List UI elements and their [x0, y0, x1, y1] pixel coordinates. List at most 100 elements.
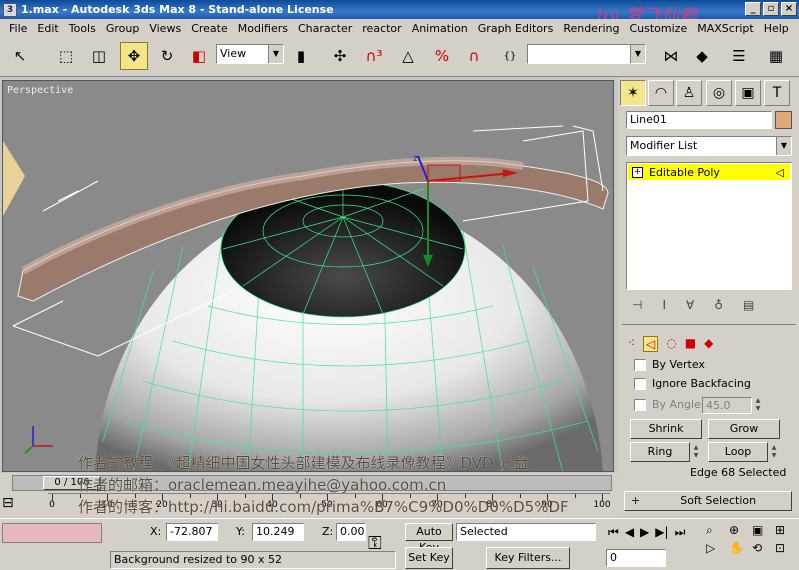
mirror-icon[interactable]: ⋈ [657, 42, 685, 70]
align-icon[interactable]: ◆ [688, 42, 716, 70]
move-icon[interactable]: ✥ [120, 42, 148, 70]
ignore-backfacing-checkbox[interactable]: Ignore Backfacing [634, 377, 751, 390]
display-tab-icon[interactable]: ▣ [735, 80, 761, 106]
go-to-end-icon[interactable]: ⏭ [675, 525, 686, 540]
snap-3d-icon[interactable]: ∩³ [360, 42, 388, 70]
ring-spinner[interactable]: ▲ ▼ [692, 444, 700, 461]
zoom-extents-all-icon[interactable]: ⊞ [775, 523, 795, 538]
menu-customize[interactable]: Customize [624, 22, 692, 35]
window-crossing-icon[interactable]: ◫ [85, 42, 113, 70]
zoom-extents-icon[interactable]: ▣ [752, 523, 772, 538]
select-object-icon[interactable]: ↖ [6, 42, 34, 70]
menu-character[interactable]: Character [293, 22, 357, 35]
previous-frame-icon[interactable]: ◀ [625, 525, 634, 540]
expand-icon[interactable]: + [632, 166, 643, 178]
menu-edit[interactable]: Edit [32, 22, 63, 35]
current-frame-field[interactable]: 0 [606, 549, 666, 567]
viewport-label[interactable]: Perspective [7, 85, 73, 96]
pin-stack-icon[interactable]: ⊣ [632, 298, 642, 312]
z-coord-field[interactable]: 0.00 [336, 523, 366, 541]
rotate-icon[interactable]: ↻ [153, 42, 181, 70]
angle-spinner[interactable]: ▲ ▼ [754, 397, 762, 414]
menu-maxscript[interactable]: MAXScript [692, 22, 758, 35]
pivot-icon[interactable]: ▮ [287, 42, 315, 70]
play-icon[interactable]: ▶ [640, 525, 649, 540]
soft-selection-rollout[interactable]: + Soft Selection [624, 491, 792, 511]
checkbox-box[interactable] [634, 398, 646, 411]
menu-modifiers[interactable]: Modifiers [233, 22, 293, 35]
maximize-viewport-icon[interactable]: ⊡ [775, 541, 795, 555]
hierarchy-tab-icon[interactable]: ♙ [676, 80, 702, 106]
show-end-result-icon[interactable]: Ⅰ [662, 298, 666, 312]
grow-button[interactable]: Grow [708, 419, 780, 439]
menu-tools[interactable]: Tools [64, 22, 101, 35]
menu-graph-editors[interactable]: Graph Editors [473, 22, 559, 35]
menu-create[interactable]: Create [186, 22, 233, 35]
3dsmax-icon[interactable]: 3 [3, 2, 17, 17]
select-manipulate-icon[interactable]: ✣ [326, 42, 354, 70]
configure-sets-icon[interactable]: ▤ [743, 298, 754, 312]
spinner-snap-icon[interactable]: ∩ [460, 42, 488, 70]
menu-help[interactable]: Help [759, 22, 794, 35]
pan-icon[interactable]: ✋ [729, 541, 749, 555]
modify-tab-icon[interactable]: ◠ [648, 80, 674, 106]
named-selection-icon[interactable]: {} [496, 42, 524, 70]
angle-value-field[interactable]: 45.0 [702, 397, 752, 414]
menu-views[interactable]: Views [144, 22, 186, 35]
shrink-button[interactable]: Shrink [630, 419, 702, 439]
layer-manager-icon[interactable]: ☰ [725, 42, 753, 70]
by-vertex-checkbox[interactable]: By Vertex [634, 358, 705, 371]
auto-key-button[interactable]: Auto Key [405, 523, 453, 554]
ref-coord-select[interactable]: View ▼ [216, 44, 284, 64]
zoom-icon[interactable]: ⌕ [706, 523, 726, 538]
selection-filter[interactable]: Selected [456, 523, 596, 541]
modifier-list-select[interactable]: Modifier List ▼ [626, 136, 792, 156]
x-coord-field[interactable]: -72.807 [166, 523, 218, 541]
utilities-tab-icon[interactable]: T [764, 80, 790, 106]
edge-icon[interactable]: ◁ [643, 336, 659, 352]
ring-button[interactable]: Ring [630, 442, 690, 462]
object-name-field[interactable]: Line01 [626, 111, 772, 129]
modifier-stack[interactable]: + Editable Poly ◁ [626, 162, 792, 290]
polygon-icon[interactable]: ■ [685, 336, 696, 352]
stack-item-editable-poly[interactable]: + Editable Poly ◁ [628, 164, 790, 180]
by-angle-checkbox[interactable]: By Angle: [634, 398, 705, 411]
motion-tab-icon[interactable]: ◎ [706, 80, 732, 106]
percent-snap-icon[interactable]: % [428, 42, 456, 70]
close-button[interactable]: × [781, 2, 797, 16]
maximize-button[interactable]: ▫ [763, 2, 779, 16]
minimize-button[interactable]: _ [745, 2, 761, 16]
make-unique-icon[interactable]: ∀ [686, 298, 694, 312]
remove-modifier-icon[interactable]: ♁ [714, 298, 723, 312]
loop-spinner[interactable]: ▲ ▼ [770, 444, 778, 461]
menu-reactor[interactable]: reactor [357, 22, 406, 35]
loop-button[interactable]: Loop [708, 442, 768, 462]
element-icon[interactable]: ◆ [704, 336, 713, 352]
named-selection-set[interactable]: ▼ [527, 44, 646, 64]
menu-rendering[interactable]: Rendering [558, 22, 624, 35]
menu-group[interactable]: Group [101, 22, 145, 35]
checkbox-box[interactable] [634, 377, 646, 390]
scale-icon[interactable]: ◧ [185, 42, 213, 70]
zoom-all-icon[interactable]: ⊕ [729, 523, 749, 538]
fov-icon[interactable]: ▷ [706, 541, 726, 555]
perspective-viewport[interactable]: z ✥ Perspective [2, 80, 614, 472]
listener-mini[interactable] [2, 523, 102, 543]
y-coord-field[interactable]: 10.249 [252, 523, 304, 541]
select-region-icon[interactable]: ⬚ [52, 42, 80, 70]
border-icon[interactable]: ◌ [666, 336, 676, 352]
go-to-start-icon[interactable]: ⏮ [608, 525, 619, 540]
next-frame-icon[interactable]: ▶| [655, 525, 668, 540]
curve-editor-icon[interactable]: ▦ [762, 42, 790, 70]
set-key-button[interactable]: Set Key [405, 547, 453, 569]
arc-rotate-icon[interactable]: ⟲ [752, 541, 772, 555]
object-color-swatch[interactable] [775, 111, 792, 129]
vertex-icon[interactable]: ⁖ [628, 336, 635, 352]
menu-file[interactable]: File [4, 22, 32, 35]
checkbox-box[interactable] [634, 358, 646, 371]
menu-animation[interactable]: Animation [407, 22, 473, 35]
angle-snap-icon[interactable]: △ [394, 42, 422, 70]
track-bar-icon[interactable]: ⊟ [2, 495, 14, 511]
key-filters-button[interactable]: Key Filters... [486, 547, 570, 569]
create-tab-icon[interactable]: ✶ [620, 80, 646, 106]
